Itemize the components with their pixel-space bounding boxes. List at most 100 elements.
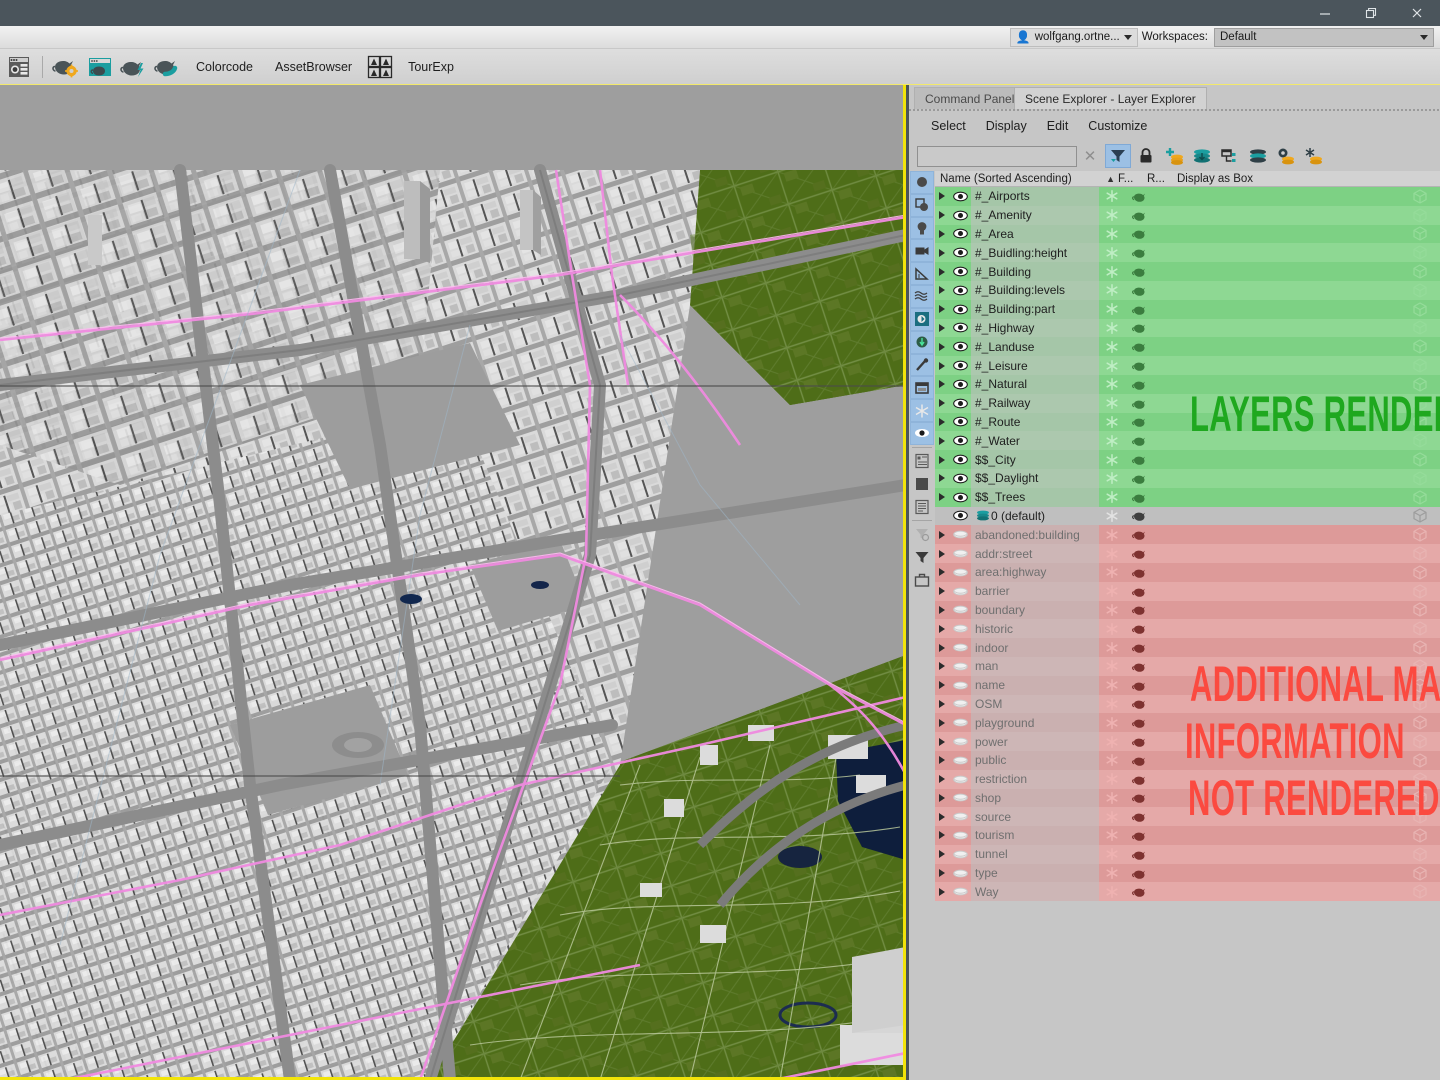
layer-row[interactable]: source [935, 807, 1440, 827]
layer-row[interactable]: #_Leisure [935, 356, 1440, 375]
frozen-icon[interactable] [910, 399, 934, 422]
eye-visible-icon[interactable] [949, 341, 971, 352]
freeze-toggle-icon[interactable] [1099, 209, 1125, 222]
display-as-box-icon[interactable] [1400, 489, 1440, 505]
expand-arrow-icon[interactable] [935, 305, 949, 314]
expand-arrow-icon[interactable] [935, 211, 949, 220]
freeze-toggle-icon[interactable] [1099, 735, 1125, 748]
layer-row[interactable]: public [935, 750, 1440, 770]
eye-visible-icon[interactable] [949, 210, 971, 221]
expand-arrow-icon[interactable] [935, 530, 949, 539]
display-as-box-icon[interactable] [1400, 301, 1440, 317]
eye-hidden-icon[interactable] [949, 755, 971, 766]
eye-hidden-icon[interactable] [949, 792, 971, 803]
expand-arrow-icon[interactable] [935, 286, 949, 295]
freeze-toggle-icon[interactable] [1099, 322, 1125, 334]
expand-arrow-icon[interactable] [935, 549, 949, 558]
freeze-toggle-icon[interactable] [1099, 773, 1125, 786]
eye-hidden-icon[interactable] [949, 623, 971, 634]
select-layers-icon[interactable] [1189, 144, 1215, 168]
eye-hidden-icon[interactable] [949, 642, 971, 653]
display-as-box-icon[interactable] [1400, 715, 1440, 730]
tab-command-panel[interactable]: Command Panel [914, 87, 1026, 109]
renderable-toggle-icon[interactable] [1125, 529, 1153, 541]
layer-row[interactable]: #_Buidling:height [935, 243, 1440, 263]
eye-visible-icon[interactable] [949, 416, 971, 427]
layer-row[interactable]: power [935, 732, 1440, 751]
display-as-box-icon[interactable] [1400, 602, 1440, 618]
expand-arrow-icon[interactable] [935, 775, 949, 784]
close-button[interactable] [1394, 0, 1440, 26]
renderable-toggle-icon[interactable] [1125, 548, 1153, 559]
renderable-toggle-icon[interactable] [1125, 247, 1153, 259]
freeze-toggle-icon[interactable] [1099, 754, 1125, 767]
freeze-toggle-icon[interactable] [1099, 228, 1125, 240]
hidden-eye-icon[interactable] [910, 421, 934, 445]
lights-icon[interactable] [910, 216, 934, 240]
menu-display[interactable]: Display [976, 119, 1037, 133]
renderable-toggle-icon[interactable] [1125, 868, 1153, 879]
helpers-icon[interactable] [910, 262, 934, 286]
freeze-toggle-icon[interactable] [1099, 867, 1125, 880]
freeze-toggle-icon[interactable] [1099, 585, 1125, 598]
display-as-box-icon[interactable] [1400, 208, 1440, 223]
eye-hidden-icon[interactable] [949, 680, 971, 691]
user-account-button[interactable]: 👤 wolfgang.ortne... [1009, 27, 1138, 47]
eye-hidden-icon[interactable] [949, 586, 971, 597]
display-as-box-icon[interactable] [1400, 320, 1440, 336]
renderable-toggle-icon[interactable] [1125, 717, 1153, 729]
hide-layer-icon[interactable] [1273, 144, 1299, 168]
eye-hidden-icon[interactable] [949, 868, 971, 879]
freeze-toggle-icon[interactable] [1099, 547, 1125, 560]
freeze-layer-icon[interactable] [1301, 144, 1327, 168]
layer-list-icon[interactable] [910, 450, 934, 473]
expand-arrow-icon[interactable] [935, 399, 949, 408]
renderable-toggle-icon[interactable] [1125, 849, 1153, 860]
bones-icon[interactable] [910, 330, 934, 354]
display-as-box-icon[interactable] [1400, 640, 1440, 655]
expand-arrow-icon[interactable] [935, 192, 949, 201]
assetbrowser-button[interactable]: AssetBrowser [266, 52, 361, 82]
eye-hidden-icon[interactable] [949, 830, 971, 841]
layer-row[interactable]: #_Landuse [935, 337, 1440, 357]
expand-arrow-icon[interactable] [935, 756, 949, 765]
column-header-frozen[interactable]: F... [1115, 173, 1145, 185]
clear-x-icon[interactable]: ✕ [1079, 145, 1101, 167]
layer-row[interactable]: #_Route [935, 412, 1440, 432]
filter-off-icon[interactable] [910, 523, 934, 546]
filter-funnel-icon[interactable] [1105, 144, 1131, 168]
display-as-box-icon[interactable] [1400, 809, 1440, 824]
display-as-box-icon[interactable] [1400, 753, 1440, 768]
eye-hidden-icon[interactable] [949, 661, 971, 672]
layer-row[interactable]: #_Area [935, 224, 1440, 244]
freeze-toggle-icon[interactable] [1099, 885, 1125, 898]
search-input[interactable] [917, 145, 1077, 167]
nested-layers-icon[interactable] [1217, 144, 1243, 168]
teapot-window-icon[interactable] [85, 52, 115, 82]
layer-row[interactable]: playground [935, 713, 1440, 733]
freeze-toggle-icon[interactable] [1099, 622, 1125, 635]
freeze-toggle-icon[interactable] [1099, 509, 1125, 522]
expand-arrow-icon[interactable] [935, 793, 949, 802]
space-warps-icon[interactable] [910, 285, 934, 308]
expand-arrow-icon[interactable] [935, 568, 949, 577]
properties-icon[interactable] [910, 495, 934, 518]
display-as-box-icon[interactable] [1400, 471, 1440, 486]
colorcode-button[interactable]: Colorcode [187, 52, 262, 82]
expand-arrow-icon[interactable] [935, 248, 949, 257]
eye-hidden-icon[interactable] [949, 736, 971, 747]
eye-visible-icon[interactable] [949, 379, 971, 390]
expand-arrow-icon[interactable] [935, 229, 949, 238]
menu-select[interactable]: Select [921, 119, 976, 133]
eye-visible-icon[interactable] [949, 322, 971, 333]
eye-visible-icon[interactable] [949, 266, 971, 277]
display-as-box-icon[interactable] [1400, 358, 1440, 373]
layer-row[interactable]: $$_City [935, 450, 1440, 469]
renderable-toggle-icon[interactable] [1125, 811, 1153, 822]
eye-visible-icon[interactable] [949, 454, 971, 465]
freeze-toggle-icon[interactable] [1099, 566, 1125, 579]
expand-arrow-icon[interactable] [935, 380, 949, 389]
groups-xrefs-icon[interactable] [910, 307, 934, 331]
renderable-toggle-icon[interactable] [1125, 266, 1153, 277]
freeze-toggle-icon[interactable] [1099, 340, 1125, 353]
